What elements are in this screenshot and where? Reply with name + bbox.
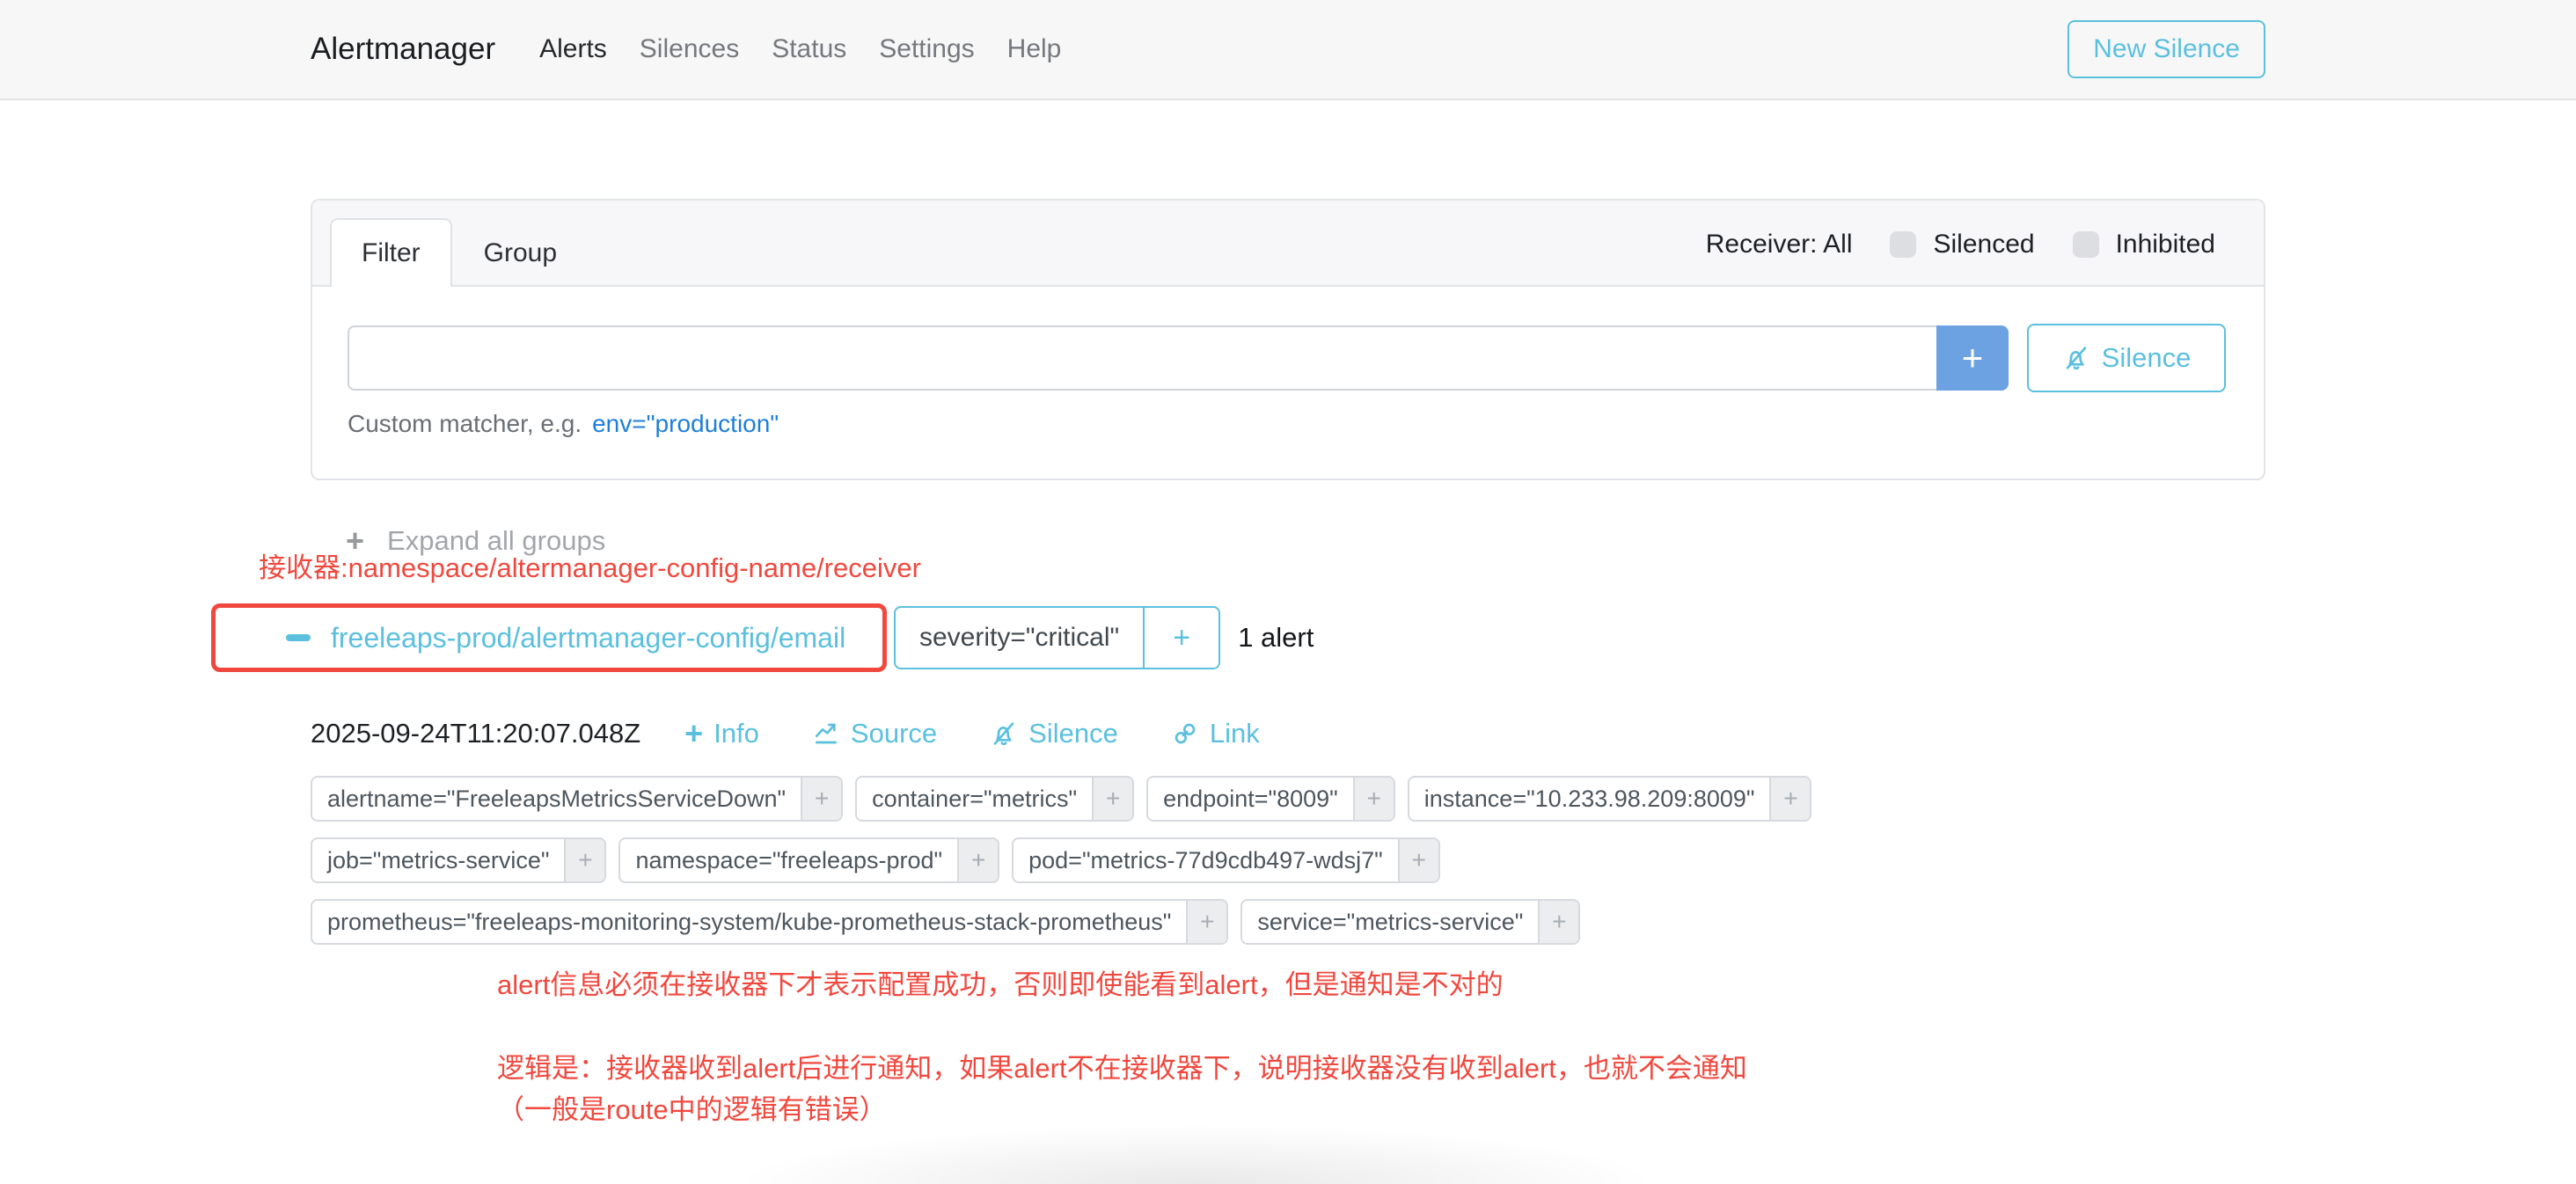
silenced-checkbox[interactable] (1890, 231, 1916, 258)
alert-label-text: pod="metrics-77d9cdb497-wdsj7" (1014, 839, 1398, 881)
alert-label-tag: job="metrics-service"+ (311, 837, 606, 883)
inhibited-label[interactable]: Inhibited (2116, 230, 2215, 259)
receiver-filter-label[interactable]: Receiver: All (1706, 230, 1853, 259)
alert-annotation: alert信息必须在接收器下才表示配置成功，否则即使能看到alert，但是通知是… (497, 962, 2265, 1002)
receiver-group-row: freeleaps-prod/alertmanager-config/email… (311, 603, 2265, 672)
nav-item-alerts[interactable]: Alerts (539, 34, 607, 63)
alert-label-text: namespace="freeleaps-prod" (620, 839, 957, 881)
alert-label-text: alertname="FreeleapsMetricsServiceDown" (312, 778, 801, 820)
nav-item-help[interactable]: Help (1007, 34, 1062, 63)
matcher-input[interactable] (348, 325, 1936, 391)
alert-label-tag: pod="metrics-77d9cdb497-wdsj7"+ (1012, 837, 1440, 883)
plus-icon: + (684, 718, 703, 749)
navbar: Alertmanager Alerts Silences Status Setting… (0, 0, 2576, 100)
alert-label-text: container="metrics" (857, 778, 1092, 820)
alert-label-tag: container="metrics"+ (855, 776, 1134, 822)
receiver-group-link[interactable]: freeleaps-prod/alertmanager-config/email (331, 622, 845, 654)
logic-annotation-line1: 逻辑是：接收器收到alert后进行通知，如果alert不在接收器下，说明接收器没… (497, 1048, 2265, 1089)
bell-slash-icon (2062, 344, 2090, 372)
silenced-label[interactable]: Silenced (1933, 230, 2034, 259)
alert-label-add-button[interactable]: + (1538, 901, 1578, 943)
alert-action-label: Source (851, 718, 937, 749)
chart-icon (812, 720, 840, 748)
hint-text: Custom matcher, e.g. (348, 410, 582, 438)
receiver-annotation: 接收器:namespace/altermanager-config-name/r… (259, 545, 921, 585)
alert-action-label: Silence (1028, 718, 1118, 749)
alert-label-row: job="metrics-service"+namespace="freelea… (311, 837, 2265, 883)
alert-label-add-button[interactable]: + (1769, 778, 1810, 820)
bell-slash-icon (990, 720, 1018, 748)
alert-action-label: Link (1210, 718, 1260, 749)
alert-labels: alertname="FreeleapsMetricsServiceDown"+… (311, 776, 2265, 945)
alert-action-link[interactable]: Link (1171, 718, 1260, 749)
receiver-highlight-box[interactable]: freeleaps-prod/alertmanager-config/email (211, 603, 887, 672)
group-matcher-button[interactable]: severity="critical" + (894, 606, 1220, 669)
filter-options: Receiver: All Silenced Inhibited (1706, 230, 2215, 274)
app-brand[interactable]: Alertmanager (311, 32, 495, 67)
add-matcher-button[interactable]: + (1936, 325, 2009, 391)
group-matcher-add-button[interactable]: + (1145, 608, 1218, 668)
alert-label-tag: prometheus="freeleaps-monitoring-system/… (311, 899, 1228, 945)
alert-label-add-button[interactable]: + (957, 839, 998, 881)
alert-label-text: job="metrics-service" (312, 839, 564, 881)
nav-item-silences[interactable]: Silences (640, 34, 739, 63)
logic-annotation-line2: （一般是route中的逻辑有错误） (497, 1089, 2265, 1130)
alert-count: 1 alert (1238, 622, 1314, 654)
alert-action-label: Info (714, 718, 759, 749)
alert-action-silence[interactable]: Silence (990, 718, 1118, 749)
logic-annotation: 逻辑是：接收器收到alert后进行通知，如果alert不在接收器下，说明接收器没… (497, 1048, 2265, 1130)
new-silence-button[interactable]: New Silence (2067, 20, 2265, 78)
alert-label-add-button[interactable]: + (1186, 901, 1226, 943)
alert-label-add-button[interactable]: + (1398, 839, 1438, 881)
group-matcher-label: severity="critical" (896, 608, 1143, 668)
alert-label-tag: endpoint="8009"+ (1146, 776, 1395, 822)
alert-label-add-button[interactable]: + (801, 778, 841, 820)
nav-links: Alerts Silences Status Settings Help (539, 34, 1094, 64)
alert-label-tag: service="metrics-service"+ (1240, 899, 1580, 945)
alert-label-tag: namespace="freeleaps-prod"+ (618, 837, 999, 883)
filter-panel: FilterGroup Receiver: All Silenced Inhib… (311, 199, 2265, 480)
nav-item-status[interactable]: Status (772, 34, 846, 63)
matcher-example-link[interactable]: env="production" (592, 410, 779, 438)
nav-item-settings[interactable]: Settings (879, 34, 974, 63)
alert-label-text: instance="10.233.98.209:8009" (1409, 778, 1770, 820)
silence-filter-button[interactable]: Silence (2027, 324, 2226, 392)
alert-label-add-button[interactable]: + (1353, 778, 1394, 820)
matcher-input-group: + (348, 325, 2009, 391)
tab-group[interactable]: Group (452, 218, 589, 287)
alert-detail: 2025-09-24T11:20:07.048Z + Info Source Sile… (311, 718, 2265, 1130)
alert-label-add-button[interactable]: + (564, 839, 604, 881)
silence-filter-label: Silence (2102, 342, 2192, 374)
inhibited-checkbox[interactable] (2073, 231, 2099, 258)
filter-tabs: FilterGroup (330, 218, 589, 285)
alert-label-add-button[interactable]: + (1092, 778, 1132, 820)
alert-label-text: endpoint="8009" (1148, 778, 1353, 820)
alert-label-text: prometheus="freeleaps-monitoring-system/… (312, 901, 1186, 943)
alert-action-info[interactable]: + Info (684, 718, 759, 749)
alert-label-tag: alertname="FreeleapsMetricsServiceDown"+ (311, 776, 843, 822)
alert-actions: + Info Source Silence Link (684, 718, 1260, 749)
collapse-minus-icon (286, 634, 311, 641)
link-icon (1171, 720, 1199, 748)
alert-label-row: prometheus="freeleaps-monitoring-system/… (311, 899, 2265, 945)
alert-timestamp: 2025-09-24T11:20:07.048Z (311, 718, 640, 749)
alert-label-text: service="metrics-service" (1242, 901, 1538, 943)
tab-filter[interactable]: Filter (330, 218, 452, 287)
alert-action-source[interactable]: Source (812, 718, 937, 749)
alert-label-row: alertname="FreeleapsMetricsServiceDown"+… (311, 776, 2265, 822)
alert-label-tag: instance="10.233.98.209:8009"+ (1408, 776, 1812, 822)
filter-panel-body: + Silence Custom matcher, e.g. env="prod… (312, 287, 2264, 479)
filter-panel-header: FilterGroup Receiver: All Silenced Inhib… (312, 201, 2264, 287)
custom-matcher-hint: Custom matcher, e.g. env="production" (348, 410, 2226, 438)
